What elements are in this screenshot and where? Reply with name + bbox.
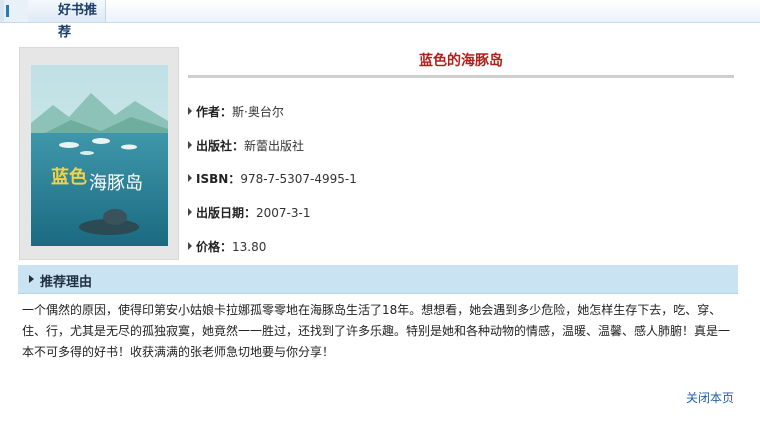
info-label: ISBN：: [196, 172, 241, 186]
triangle-right-icon: [29, 275, 34, 283]
info-label: 出版日期：: [196, 206, 257, 220]
header-tab-bar: 好书推荐: [0, 0, 760, 40]
info-publisher: 出版社：新蕾出版社: [188, 137, 304, 154]
tab-good-books[interactable]: 好书推荐: [28, 0, 106, 40]
info-value: 斯·奥台尔: [232, 105, 284, 119]
recommend-reason-heading: 推荐理由: [40, 275, 93, 290]
title-divider: [188, 75, 734, 78]
info-value: 2007-3-1: [256, 206, 311, 220]
info-price: 价格：13.80: [188, 238, 266, 255]
info-author: 作者：斯·奥台尔: [188, 103, 284, 120]
svg-text:海豚岛: 海豚岛: [89, 173, 143, 194]
info-isbn: ISBN：978-7-5307-4995-1: [188, 170, 357, 187]
tab-bar-fill: [106, 0, 760, 22]
info-label: 作者：: [196, 105, 233, 119]
info-label: 价格：: [196, 240, 233, 254]
info-value: 13.80: [232, 240, 267, 254]
triangle-right-icon: [188, 107, 192, 115]
info-value: 978-7-5307-4995-1: [240, 172, 357, 186]
info-label: 出版社：: [196, 139, 245, 153]
triangle-right-icon: [188, 208, 192, 216]
triangle-right-icon: [188, 242, 192, 250]
info-value: 新蕾出版社: [244, 139, 305, 153]
triangle-right-icon: [188, 174, 192, 182]
recommend-reason-text: 一个偶然的原因，使得印第安小姑娘卡拉娜孤零零地在海豚岛生活了18年。想想看，她会…: [22, 303, 731, 359]
book-cover-image: 蓝色 海豚岛: [31, 65, 168, 246]
book-title: 蓝色的海豚岛: [419, 53, 503, 69]
svg-text:蓝色: 蓝色: [51, 166, 87, 188]
book-cover-frame: 蓝色 海豚岛: [19, 47, 179, 260]
recommend-reason-bar: 推荐理由: [18, 265, 738, 294]
triangle-right-icon: [188, 141, 192, 149]
info-publish-date: 出版日期：2007-3-1: [188, 204, 310, 221]
tab-accent: [0, 0, 9, 22]
close-page-link[interactable]: 关闭本页: [686, 389, 734, 406]
